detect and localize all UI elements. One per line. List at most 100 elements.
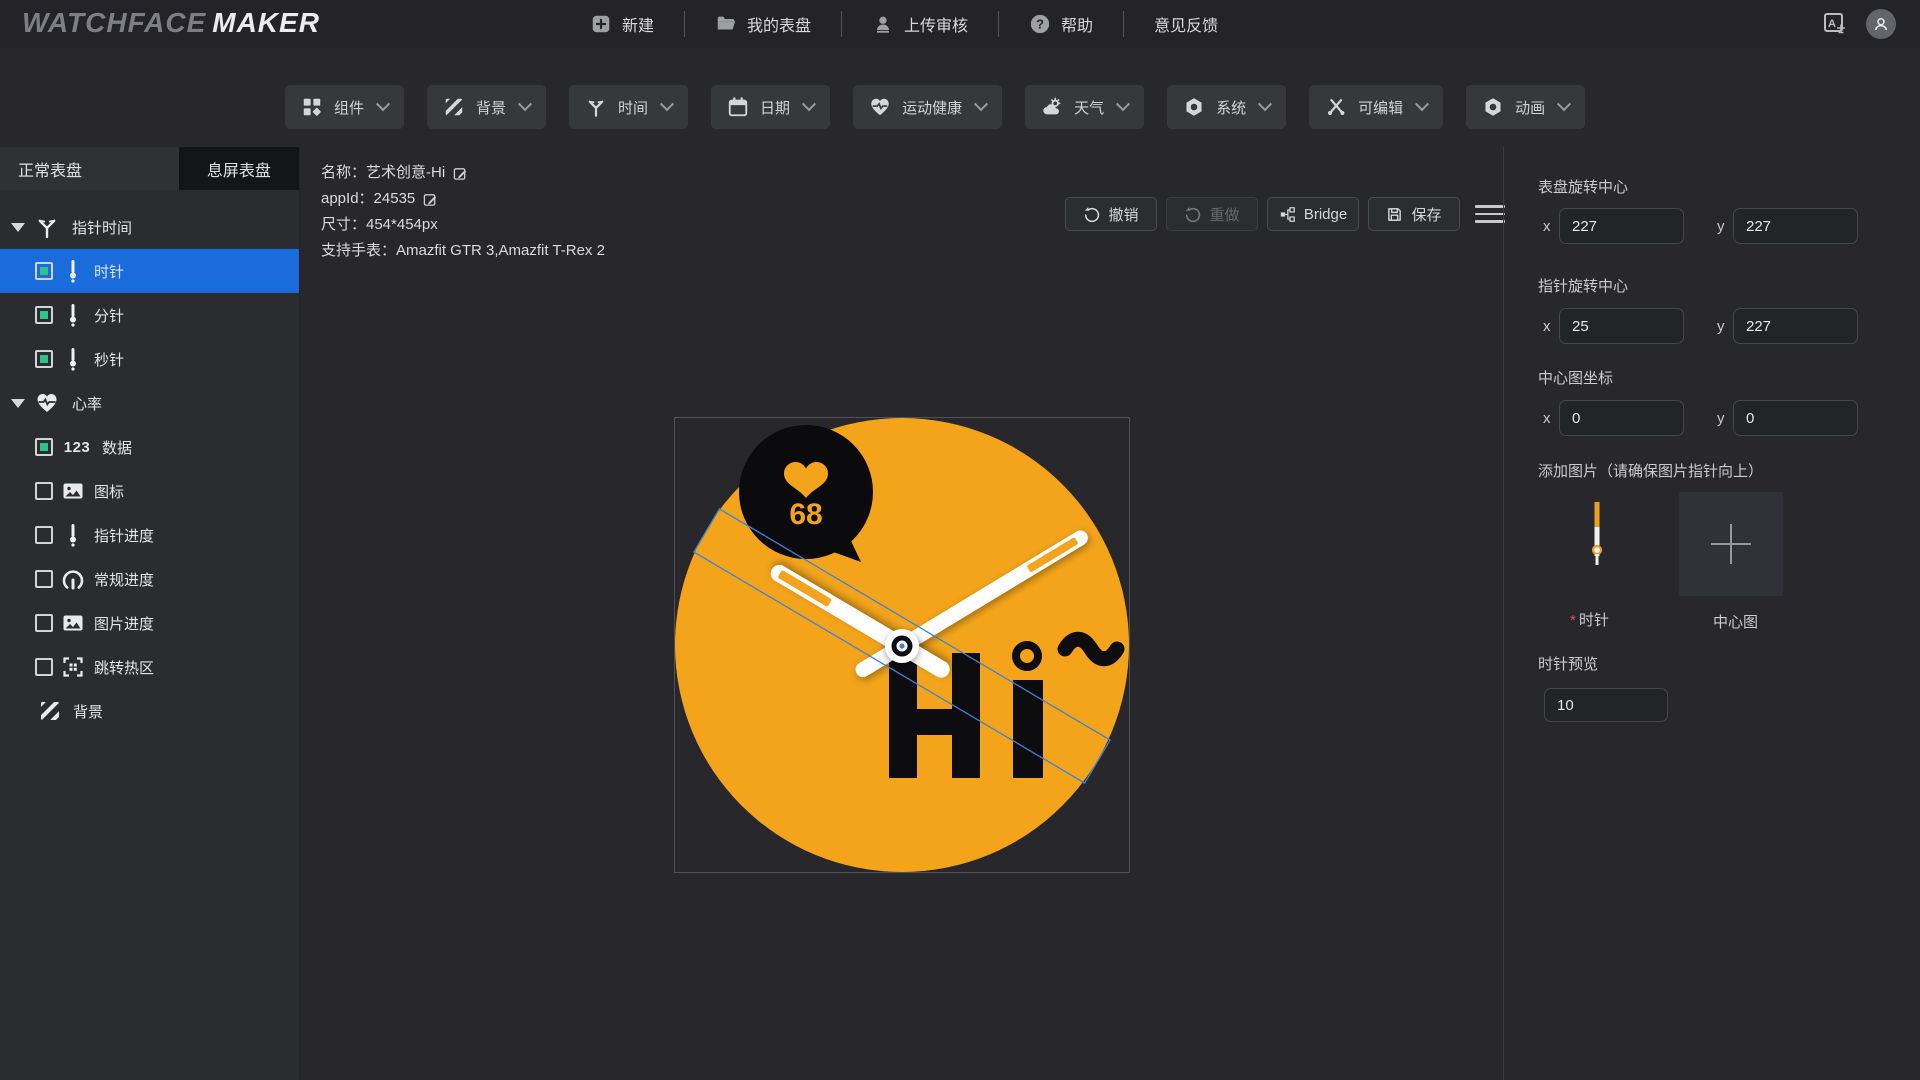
layer-row-jump-hotspot[interactable]: 跳转热区: [0, 645, 299, 689]
toolbar-background-button[interactable]: 背景: [427, 85, 547, 129]
component-toolbar: 组件 背景 时间 日期 运动健康 天气 系统 可编辑 动画: [285, 85, 1586, 129]
center-image-x-input[interactable]: [1559, 400, 1684, 436]
chevron-down-icon: [1415, 97, 1430, 112]
visibility-checkbox[interactable]: [35, 482, 53, 500]
visibility-checkbox[interactable]: [35, 570, 53, 588]
edit-icon[interactable]: [423, 192, 438, 207]
group-pointer-time[interactable]: 指针时间: [0, 205, 299, 249]
info-size: 尺寸：454*454px: [321, 216, 438, 233]
tab-aod-watchface[interactable]: 息屏表盘: [178, 147, 299, 190]
layer-row-minute-hand[interactable]: 分针: [0, 293, 299, 337]
translate-icon[interactable]: A: [1822, 11, 1848, 37]
needle-icon: [70, 524, 76, 547]
hand-center-y-input[interactable]: [1733, 308, 1858, 344]
layer-row-data[interactable]: 123 数据: [0, 425, 299, 469]
layer-pointer-progress-label: 指针进度: [94, 527, 155, 545]
person-icon: [1875, 18, 1887, 31]
undo-button[interactable]: 撤销: [1065, 197, 1157, 231]
toolbar-time-label: 时间: [618, 99, 649, 117]
nav-new[interactable]: 新建: [560, 0, 684, 48]
toolbar-editable-button[interactable]: 可编辑: [1309, 85, 1444, 129]
toolbar-system-button[interactable]: 系统: [1167, 85, 1287, 129]
layer-tree: 指针时间 时针 分针 秒针 心率 123 数据 图标 指针进度 常规进度 图片进…: [0, 205, 299, 733]
nav-upload-review[interactable]: 上传审核: [842, 0, 998, 48]
gauge-icon: [62, 570, 84, 590]
hand-image-thumbnail[interactable]: [1545, 492, 1649, 596]
toolbar-sport-health-button[interactable]: 运动健康: [853, 85, 1003, 129]
watchface-maker-app: WATCHFACE MAKER 新建 我的表盘 上传审核 ? 帮助 意见反馈 A…: [0, 0, 1920, 1080]
dial-center-y-input[interactable]: [1733, 208, 1858, 244]
hand-center-x-input[interactable]: [1559, 308, 1684, 344]
layer-row-second-hand[interactable]: 秒针: [0, 337, 299, 381]
bridge-label: Bridge: [1303, 205, 1348, 223]
watchface-canvas[interactable]: 68: [674, 417, 1130, 873]
visibility-checkbox[interactable]: [35, 658, 53, 676]
question-icon: ?: [1030, 14, 1050, 34]
watchface-info: 名称：艺术创意-Hi appId：24535 尺寸：454*454px 支持手表…: [321, 160, 605, 264]
toolbar-time-button[interactable]: 时间: [569, 85, 689, 129]
visibility-checkbox[interactable]: [35, 438, 53, 456]
nav-upload-review-label: 上传审核: [904, 18, 969, 35]
nav-feedback[interactable]: 意见反馈: [1124, 0, 1248, 48]
visibility-checkbox[interactable]: [35, 614, 53, 632]
redo-button[interactable]: 重做: [1166, 197, 1258, 231]
hand-preview-input[interactable]: [1544, 688, 1668, 722]
caret-down-icon[interactable]: [11, 222, 25, 232]
toolbar-weather-button[interactable]: 天气: [1025, 85, 1145, 129]
visibility-checkbox[interactable]: [35, 306, 53, 324]
grid-icon: [303, 98, 321, 116]
top-navigation: 新建 我的表盘 上传审核 ? 帮助 意见反馈: [560, 0, 1248, 48]
image-icon: [63, 615, 83, 631]
bridge-button[interactable]: Bridge: [1267, 197, 1359, 231]
layer-row-normal-progress[interactable]: 常规进度: [0, 557, 299, 601]
save-button[interactable]: 保存: [1368, 197, 1460, 231]
layer-row-image-progress[interactable]: 图片进度: [0, 601, 299, 645]
caret-down-icon[interactable]: [11, 398, 25, 408]
layer-row-background[interactable]: 背景: [0, 689, 299, 733]
toolbar-animation-button[interactable]: 动画: [1466, 85, 1586, 129]
add-image-note: 添加图片（请确保图片指针向上）: [1538, 463, 1764, 480]
toolbar-components-button[interactable]: 组件: [285, 85, 405, 129]
logo-primary: WATCHFACE: [22, 7, 207, 38]
layer-minute-label: 分针: [94, 307, 125, 325]
center-image-y-input[interactable]: [1733, 400, 1858, 436]
nav-feedback-label: 意见反馈: [1154, 18, 1219, 35]
layer-row-hour-hand[interactable]: 时针: [0, 249, 299, 293]
redo-label: 重做: [1209, 206, 1240, 224]
layer-row-pointer-progress[interactable]: 指针进度: [0, 513, 299, 557]
layer-row-icon[interactable]: 图标: [0, 469, 299, 513]
chevron-down-icon: [1557, 97, 1572, 112]
layer-image-progress-label: 图片进度: [94, 615, 155, 633]
visibility-checkbox[interactable]: [35, 262, 53, 280]
app-logo: WATCHFACE MAKER: [22, 7, 320, 39]
visibility-checkbox[interactable]: [35, 526, 53, 544]
tab-normal-watchface[interactable]: 正常表盘: [0, 147, 179, 190]
nav-my-watchfaces[interactable]: 我的表盘: [685, 0, 841, 48]
svg-text:A: A: [1828, 18, 1836, 30]
axis-x-label: x: [1543, 218, 1551, 235]
edit-icon[interactable]: [453, 166, 468, 181]
toolbar-animation-label: 动画: [1515, 99, 1546, 117]
nav-new-label: 新建: [622, 18, 655, 35]
layer-second-label: 秒针: [94, 351, 125, 369]
toolbar-background-label: 背景: [476, 99, 507, 117]
nut-icon: [1186, 98, 1202, 116]
dial-center-x-input[interactable]: [1559, 208, 1684, 244]
axis-y-label: y: [1717, 218, 1725, 235]
nav-help[interactable]: ? 帮助: [999, 0, 1123, 48]
user-avatar[interactable]: [1866, 9, 1896, 39]
toolbar-components-label: 组件: [334, 99, 365, 117]
visibility-checkbox[interactable]: [35, 350, 53, 368]
toolbar-date-button[interactable]: 日期: [711, 85, 831, 129]
heart-rate-value: 68: [789, 498, 822, 531]
center-image-coords-label: 中心图坐标: [1538, 370, 1614, 387]
heart-icon: [871, 98, 889, 116]
add-center-image-button[interactable]: [1679, 492, 1783, 596]
layer-data-label: 数据: [102, 439, 133, 457]
menu-icon[interactable]: [1475, 199, 1505, 229]
layer-normal-progress-label: 常规进度: [94, 571, 155, 589]
info-name: 名称：艺术创意-Hi: [321, 164, 446, 181]
group-heart-rate[interactable]: 心率: [0, 381, 299, 425]
watchface-preview: 68: [675, 418, 1129, 872]
info-app-id: appId：24535: [321, 190, 416, 207]
